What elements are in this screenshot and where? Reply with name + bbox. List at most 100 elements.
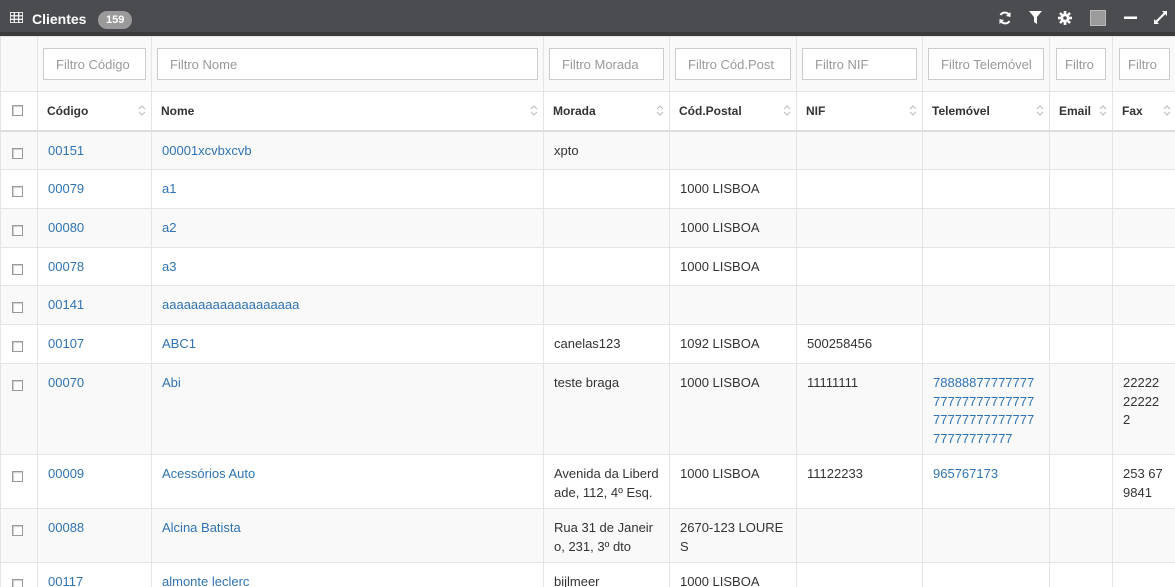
cell-codigo: 00141 — [37, 285, 152, 325]
gear-icon[interactable] — [1057, 10, 1073, 26]
nome-value[interactable]: a1 — [162, 181, 176, 196]
table-row[interactable]: 00141 aaaaaaaaaaaaaaaaaaa — [0, 285, 1175, 325]
codigo-value[interactable]: 00078 — [48, 259, 84, 274]
table-body: 00151 00001xcvbxcvb xpto 00079 a1 1000 LISBOA… — [0, 130, 1175, 587]
cell-cpostal: 1000 LISBOA — [669, 247, 797, 286]
nome-value[interactable]: Acessórios Auto — [162, 466, 255, 481]
nome-value[interactable]: a2 — [162, 220, 176, 235]
filter-nif-input[interactable] — [802, 48, 917, 80]
cell-morada — [543, 285, 670, 325]
col-morada-header[interactable]: Morada — [543, 91, 670, 132]
table-row[interactable]: 00088 Alcina Batista Rua 31 de Janeiro, 23… — [0, 508, 1175, 563]
cell-cpostal: 1000 LISBOA — [669, 562, 797, 587]
sort-icon — [1099, 105, 1107, 116]
row-checkbox[interactable] — [12, 264, 23, 275]
cell-nome: ABC1 — [151, 324, 544, 364]
filter-fax-input[interactable] — [1119, 48, 1170, 80]
cell-telemovel — [922, 324, 1050, 364]
cell-codigo: 00009 — [37, 454, 152, 509]
table-row[interactable]: 00080 a2 1000 LISBOA — [0, 208, 1175, 248]
filter-morada-input[interactable] — [549, 48, 664, 80]
nome-value[interactable]: Alcina Batista — [162, 520, 241, 535]
row-checkbox[interactable] — [12, 579, 23, 587]
nome-value[interactable]: ABC1 — [162, 336, 196, 351]
cell-cpostal: 2670-123 LOURES — [669, 508, 797, 563]
cell-telemovel: 965767173 — [922, 454, 1050, 509]
cell-cpostal: 1092 LISBOA — [669, 324, 797, 364]
nome-value[interactable]: almonte leclerc — [162, 574, 249, 587]
square-icon[interactable] — [1090, 10, 1106, 26]
row-checkbox[interactable] — [12, 186, 23, 197]
cell-codigo: 00079 — [37, 169, 152, 209]
col-nome-header[interactable]: Nome — [151, 91, 544, 132]
cell-morada: Rua 31 de Janeiro, 231, 3º dto — [543, 508, 670, 563]
nome-value[interactable]: aaaaaaaaaaaaaaaaaaa — [162, 297, 299, 312]
select-all-checkbox[interactable] — [12, 105, 23, 117]
table-row[interactable]: 00117 almonte leclerc bijlmeer 1000 LISBOA — [0, 562, 1175, 587]
row-checkbox[interactable] — [12, 525, 23, 536]
telemovel-value[interactable]: 965767173 — [933, 466, 998, 481]
col-telemovel-header[interactable]: Telemóvel — [922, 91, 1050, 132]
cell-telemovel — [922, 562, 1050, 587]
row-checkbox[interactable] — [12, 302, 23, 313]
row-checkbox[interactable] — [12, 225, 23, 236]
table-row[interactable]: 00078 a3 1000 LISBOA — [0, 247, 1175, 286]
table-row[interactable]: 00009 Acessórios Auto Avenida da Liberdade… — [0, 454, 1175, 509]
codigo-value[interactable]: 00009 — [48, 466, 84, 481]
telemovel-value[interactable]: 7888887777777777777777777777777777777777… — [933, 375, 1034, 446]
codigo-value[interactable]: 00080 — [48, 220, 84, 235]
row-checkbox[interactable] — [12, 341, 23, 352]
filter-telemovel-input[interactable] — [928, 48, 1044, 80]
refresh-icon[interactable] — [997, 10, 1013, 26]
filter-cpostal-input[interactable] — [675, 48, 791, 80]
cell-cpostal: 1000 LISBOA — [669, 363, 797, 455]
filter-icon[interactable] — [1027, 10, 1043, 26]
filter-nome-input[interactable] — [157, 48, 538, 80]
cell-morada: xpto — [543, 130, 670, 170]
cell-morada: bijlmeer — [543, 562, 670, 587]
expand-icon[interactable] — [1152, 10, 1168, 26]
codigo-value[interactable]: 00141 — [48, 297, 84, 312]
col-nif-header[interactable]: NIF — [796, 91, 923, 132]
col-fax-header[interactable]: Fax — [1112, 91, 1175, 132]
row-checkbox[interactable] — [12, 471, 23, 482]
table-row[interactable]: 00079 a1 1000 LISBOA — [0, 169, 1175, 209]
col-email-header[interactable]: Email — [1049, 91, 1113, 132]
col-codigo-header[interactable]: Código — [37, 91, 152, 132]
codigo-value[interactable]: 00151 — [48, 143, 84, 158]
clients-table-container[interactable]: Código Nome Morada Cód.Postal NIF Telemó… — [0, 36, 1175, 587]
cell-email — [1049, 454, 1113, 509]
nome-value[interactable]: Abi — [162, 375, 181, 390]
codigo-value[interactable]: 00117 — [48, 574, 83, 587]
cell-nif: 11122233 — [796, 454, 923, 509]
minimize-icon[interactable] — [1122, 10, 1138, 26]
table-row[interactable]: 00107 ABC1 canelas123 1092 LISBOA 500258456 — [0, 324, 1175, 364]
table-row[interactable]: 00151 00001xcvbxcvb xpto — [0, 130, 1175, 170]
cell-telemovel — [922, 208, 1050, 248]
cell-nome: aaaaaaaaaaaaaaaaaaa — [151, 285, 544, 325]
codigo-value[interactable]: 00107 — [48, 336, 84, 351]
codigo-value[interactable]: 00079 — [48, 181, 84, 196]
sort-icon — [656, 105, 664, 116]
cell-nif — [796, 208, 923, 248]
codigo-value[interactable]: 00088 — [48, 520, 84, 535]
cell-cpostal — [669, 285, 797, 325]
cell-nome: a1 — [151, 169, 544, 209]
cell-fax — [1112, 247, 1175, 286]
nome-value[interactable]: 00001xcvbxcvb — [162, 143, 252, 158]
sort-icon — [1163, 105, 1171, 116]
filter-codigo-input[interactable] — [43, 48, 146, 80]
filter-email-input[interactable] — [1056, 48, 1106, 80]
row-checkbox[interactable] — [12, 380, 23, 391]
nome-value[interactable]: a3 — [162, 259, 176, 274]
cell-cpostal: 1000 LISBOA — [669, 208, 797, 248]
row-checkbox[interactable] — [12, 147, 23, 159]
col-cpostal-header[interactable]: Cód.Postal — [669, 91, 797, 132]
cell-fax — [1112, 562, 1175, 587]
codigo-value[interactable]: 00070 — [48, 375, 84, 390]
cpostal-value: 1000 LISBOA — [680, 181, 760, 196]
cell-cpostal: 1000 LISBOA — [669, 169, 797, 209]
count-badge: 159 — [98, 11, 133, 29]
table-row[interactable]: 00070 Abi teste braga 1000 LISBOA 11111111 78… — [0, 363, 1175, 455]
header-row: Código Nome Morada Cód.Postal NIF Telemó… — [0, 91, 1175, 132]
